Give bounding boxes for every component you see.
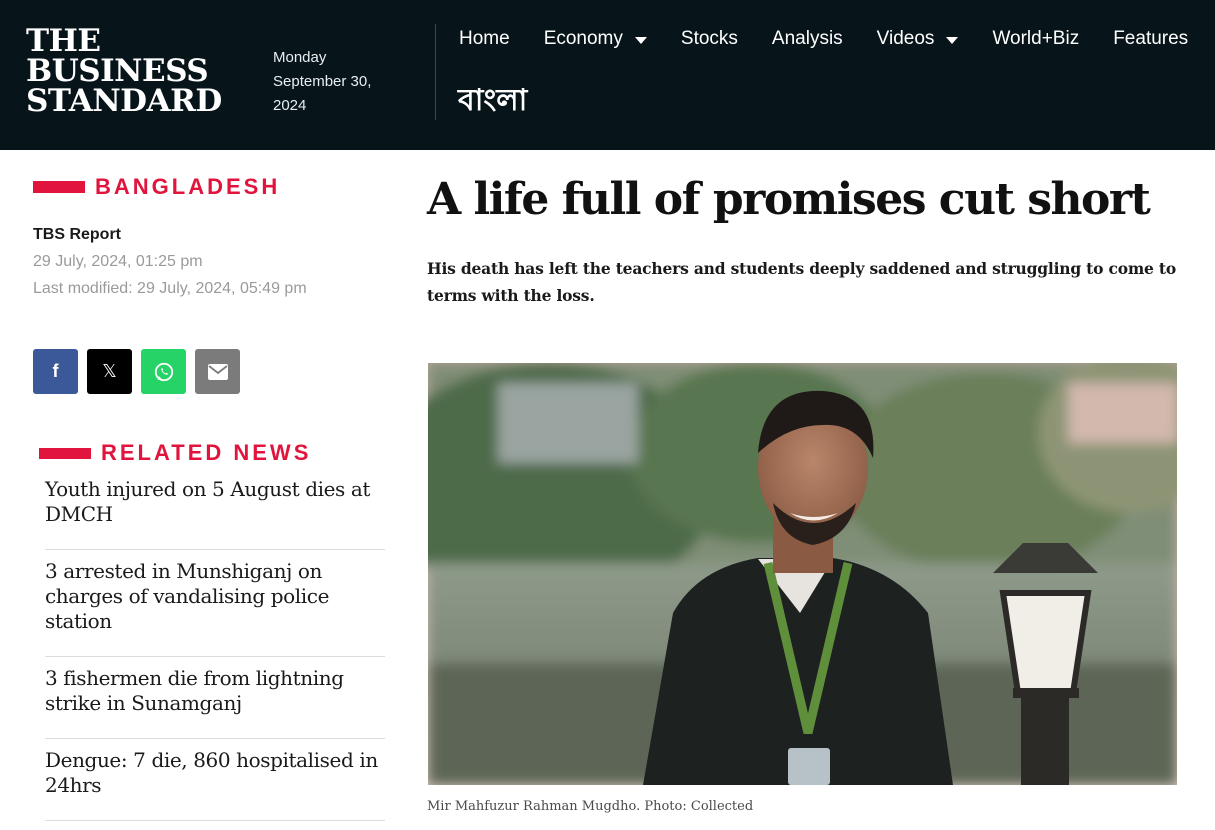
article-author[interactable]: TBS Report <box>33 226 121 244</box>
nav-home[interactable]: Home <box>459 28 510 50</box>
section-label: BANGLADESH <box>95 174 281 199</box>
nav-features[interactable]: Features <box>1113 28 1188 50</box>
published-date: 29 July, 2024, 01:25 pm <box>33 253 203 270</box>
article-headline: A life full of promises cut short <box>427 174 1151 225</box>
section-tag[interactable]: BANGLADESH <box>33 174 280 200</box>
related-news-item[interactable]: Dengue: 7 die, 860 hospitalised in 24hrs <box>45 748 385 821</box>
facebook-icon: f <box>52 361 59 381</box>
nav-videos-label: Videos <box>876 28 935 49</box>
share-bar: f 𝕏 <box>33 349 249 394</box>
nav-world-biz[interactable]: World+Biz <box>992 28 1079 50</box>
bangla-edition-link[interactable]: বাংলা <box>458 76 527 127</box>
article-subheadline: His death has left the teachers and stud… <box>427 259 1177 305</box>
related-news-list: Youth injured on 5 August dies at DMCH 3… <box>45 477 385 830</box>
related-bar <box>39 447 91 459</box>
related-news-heading: RELATED NEWS <box>39 440 311 466</box>
date-year: 2024 <box>273 97 307 114</box>
logo-line-2: Business <box>26 53 209 89</box>
facebook-share-button[interactable]: f <box>33 349 78 394</box>
section-bar <box>33 181 85 193</box>
related-news-title: RELATED NEWS <box>101 440 312 465</box>
photo-caption: Mir Mahfuzur Rahman Mugdho. Photo: Colle… <box>427 799 754 814</box>
date-weekday: Monday <box>273 49 327 66</box>
main-nav: Home Economy Stocks Analysis Videos Worl… <box>459 28 1215 50</box>
nav-analysis[interactable]: Analysis <box>772 28 843 50</box>
related-news-item[interactable]: 3 arrested in Munshiganj on charges of v… <box>45 559 385 657</box>
chevron-down-icon[interactable] <box>634 36 647 44</box>
email-icon <box>207 363 228 380</box>
site-logo[interactable]: The Business Standard <box>26 23 222 119</box>
date-line: September 30, <box>273 73 372 90</box>
related-news-item[interactable]: 3 fishermen die from lightning strike in… <box>45 666 385 739</box>
nav-economy[interactable]: Economy <box>544 28 647 50</box>
chevron-down-icon[interactable] <box>946 36 959 44</box>
x-icon: 𝕏 <box>102 361 117 382</box>
article-photo[interactable] <box>428 363 1177 785</box>
site-header: The Business Standard Monday September 3… <box>0 0 1215 150</box>
logo-line-1: The <box>26 23 101 59</box>
related-news-item[interactable]: Youth injured on 5 August dies at DMCH <box>45 477 385 550</box>
whatsapp-icon <box>154 362 173 381</box>
x-share-button[interactable]: 𝕏 <box>87 349 132 394</box>
article-photo-graphic <box>428 363 1177 785</box>
whatsapp-share-button[interactable] <box>141 349 186 394</box>
nav-stocks[interactable]: Stocks <box>681 28 738 50</box>
nav-economy-label: Economy <box>543 28 623 49</box>
nav-world-biz-label: World+Biz <box>992 28 1080 49</box>
header-divider <box>435 24 436 120</box>
nav-home-label: Home <box>459 28 510 49</box>
nav-videos[interactable]: Videos <box>877 28 959 50</box>
modified-date: Last modified: 29 July, 2024, 05:49 pm <box>33 280 307 297</box>
logo-line-3: Standard <box>26 83 222 119</box>
nav-analysis-label: Analysis <box>771 28 843 49</box>
current-date: Monday September 30, 2024 <box>273 46 403 118</box>
nav-stocks-label: Stocks <box>680 28 738 49</box>
nav-features-label: Features <box>1113 28 1189 49</box>
email-share-button[interactable] <box>195 349 240 394</box>
